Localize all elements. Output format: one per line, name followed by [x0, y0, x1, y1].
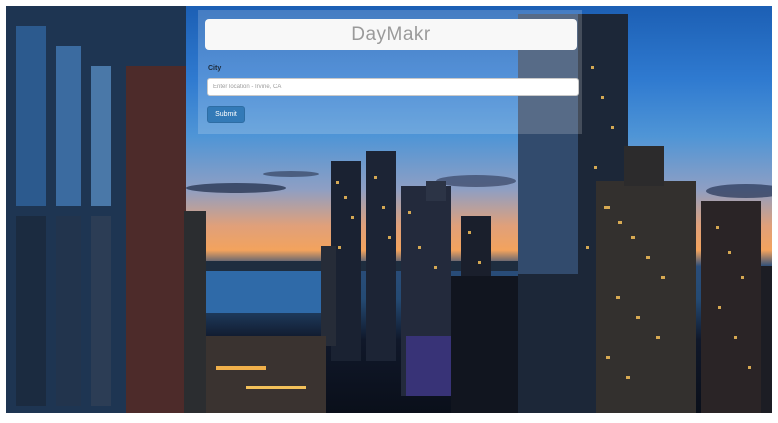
- city-label: City: [208, 65, 222, 72]
- app-title: DayMakr: [205, 19, 577, 50]
- submit-button[interactable]: Submit: [207, 106, 245, 123]
- search-form-panel: DayMakr City Submit: [198, 10, 582, 134]
- background-photo: DayMakr City Submit: [6, 6, 772, 413]
- city-input[interactable]: [207, 78, 579, 96]
